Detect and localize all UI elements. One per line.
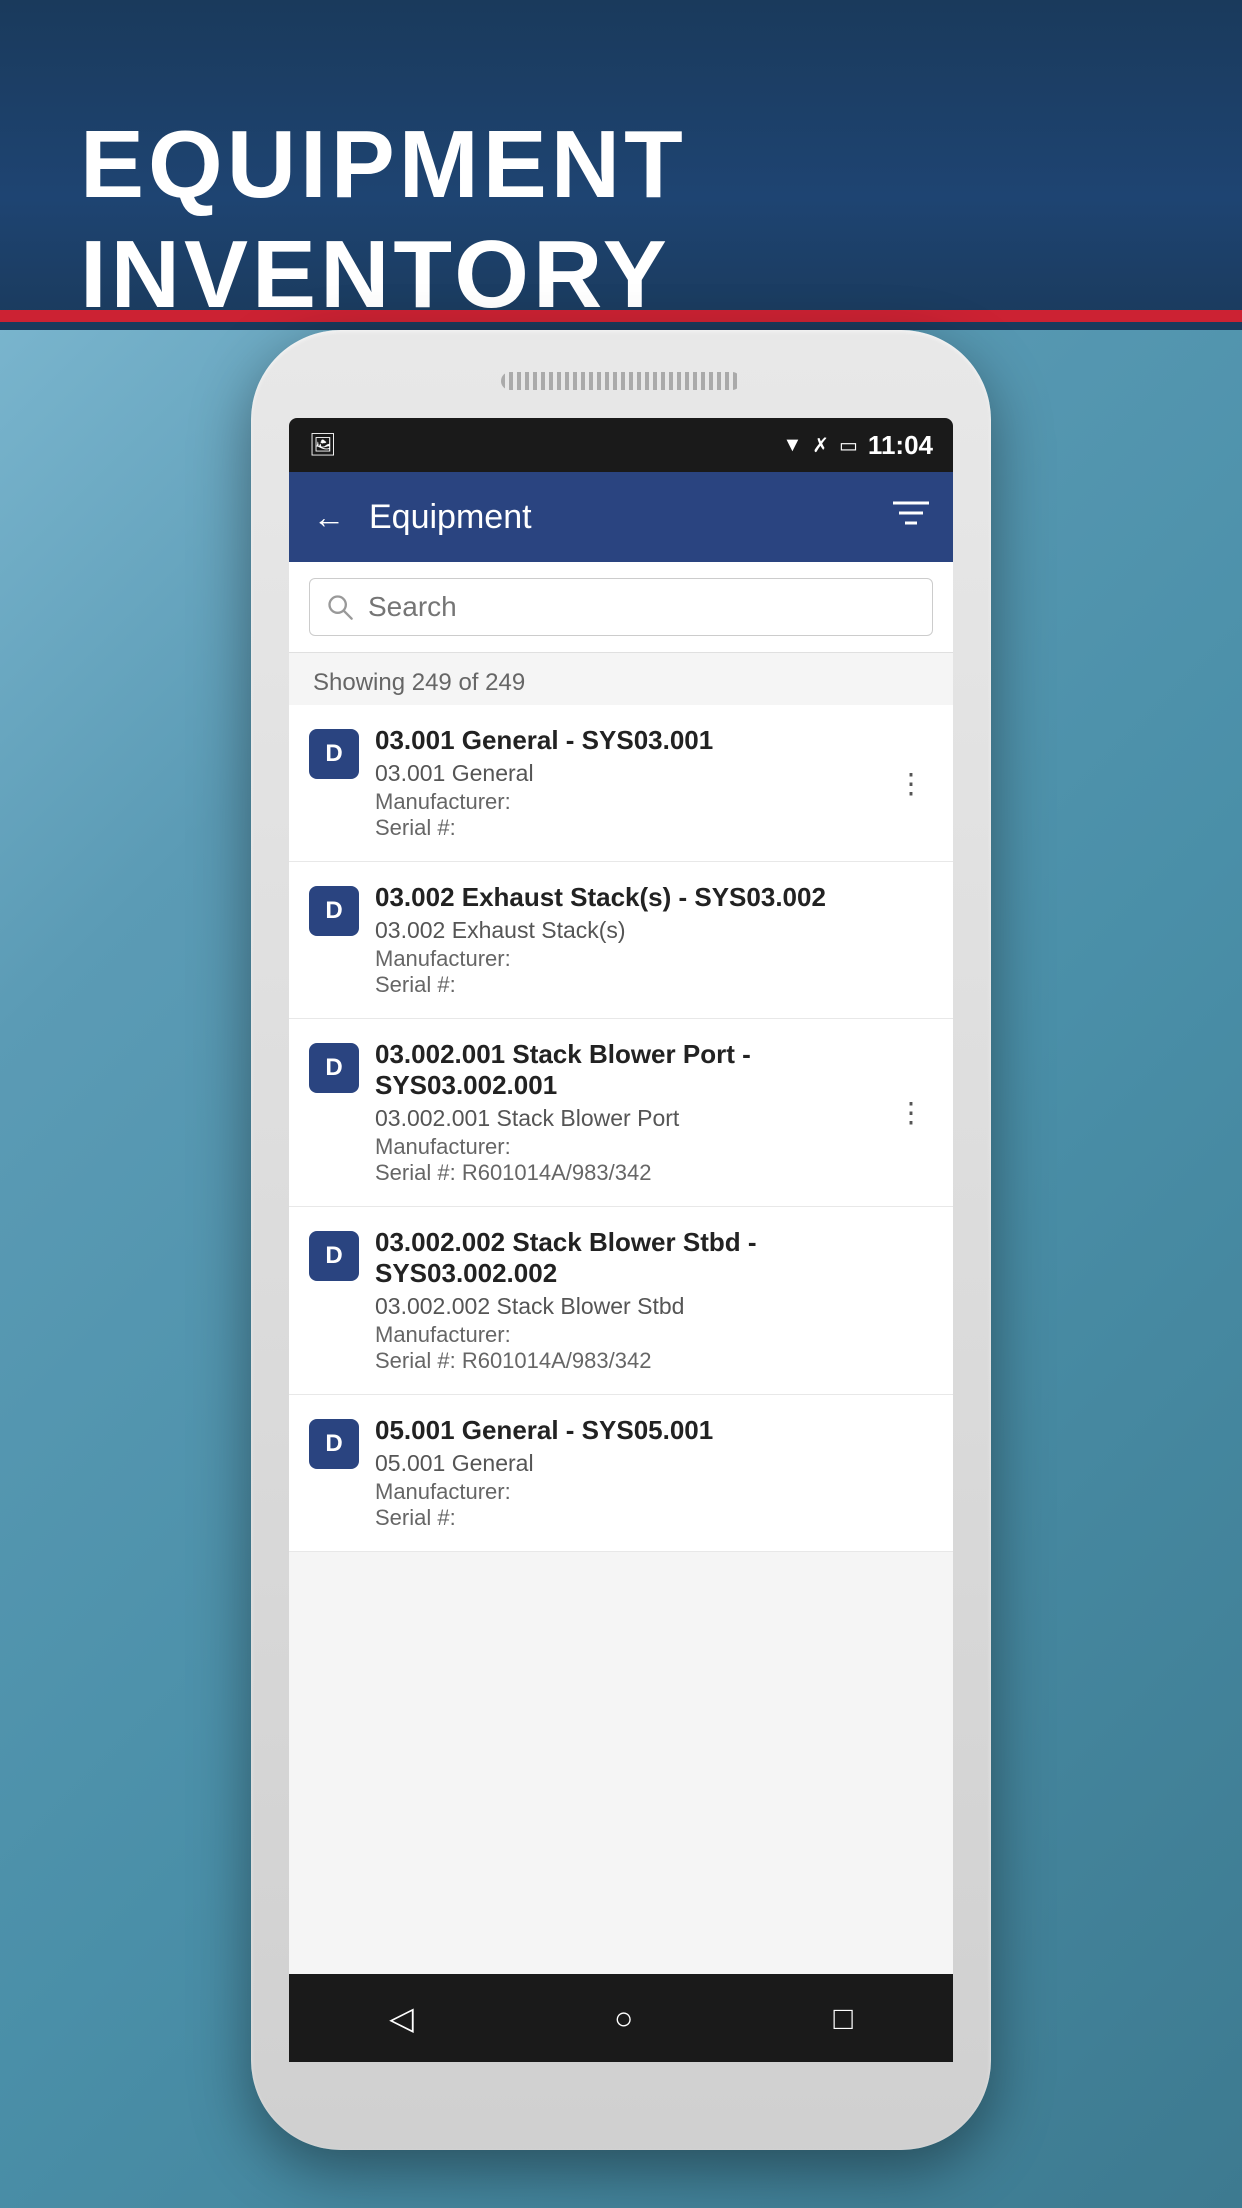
equipment-title: 05.001 General - SYS05.001 [375, 1415, 933, 1446]
equipment-subtitle: 03.002 Exhaust Stack(s) [375, 917, 933, 944]
equipment-serial: Serial #: [375, 972, 933, 998]
equipment-content: 05.001 General - SYS05.001 05.001 Genera… [375, 1415, 933, 1531]
list-item[interactable]: D 03.002.001 Stack Blower Port - SYS03.0… [289, 1019, 953, 1207]
equipment-title: 03.001 General - SYS03.001 [375, 725, 889, 756]
equipment-serial: Serial #: R601014A/983/342 [375, 1160, 889, 1186]
equipment-manufacturer: Manufacturer: [375, 1322, 933, 1348]
phone-screen: 🖼 ▼ ✗ ▭ 11:04 ← Equipment [289, 418, 953, 1996]
equipment-badge: D [309, 1043, 359, 1093]
equipment-manufacturer: Manufacturer: [375, 1479, 933, 1505]
equipment-content: 03.002.002 Stack Blower Stbd - SYS03.002… [375, 1227, 933, 1374]
list-item[interactable]: D 03.002 Exhaust Stack(s) - SYS03.002 03… [289, 862, 953, 1019]
equipment-badge: D [309, 886, 359, 936]
equipment-serial: Serial #: [375, 815, 889, 841]
battery-icon: ▭ [839, 433, 858, 458]
equipment-subtitle: 03.002.002 Stack Blower Stbd [375, 1293, 933, 1320]
nav-recent-button[interactable]: □ [804, 1990, 883, 2047]
equipment-manufacturer: Manufacturer: [375, 789, 889, 815]
photo-icon: 🖼 [309, 432, 337, 458]
phone-speaker [501, 372, 741, 390]
nav-home-button[interactable]: ○ [584, 1990, 663, 2047]
phone-shell: 🖼 ▼ ✗ ▭ 11:04 ← Equipment [251, 330, 991, 2150]
more-button[interactable]: ⋮ [889, 763, 933, 804]
signal-off-icon: ✗ [812, 433, 829, 458]
app-bar-title: Equipment [369, 498, 893, 537]
page-title: EQUIPMENT INVENTORY [80, 110, 1242, 330]
list-item[interactable]: D 05.001 General - SYS05.001 05.001 Gene… [289, 1395, 953, 1552]
app-bar: ← Equipment [289, 472, 953, 562]
nav-back-button[interactable]: ◁ [359, 1989, 444, 2047]
list-item[interactable]: D 03.001 General - SYS03.001 03.001 Gene… [289, 705, 953, 862]
nav-bar: ◁ ○ □ [289, 1974, 953, 2062]
list-item[interactable]: D 03.002.002 Stack Blower Stbd - SYS03.0… [289, 1207, 953, 1395]
equipment-manufacturer: Manufacturer: [375, 946, 933, 972]
equipment-serial: Serial #: R601014A/983/342 [375, 1348, 933, 1374]
search-icon [326, 593, 354, 621]
search-container [289, 562, 953, 653]
equipment-title: 03.002.001 Stack Blower Port - SYS03.002… [375, 1039, 889, 1101]
equipment-subtitle: 03.001 General [375, 760, 889, 787]
equipment-subtitle: 03.002.001 Stack Blower Port [375, 1105, 889, 1132]
more-button[interactable]: ⋮ [889, 1092, 933, 1133]
equipment-badge: D [309, 729, 359, 779]
equipment-badge: D [309, 1231, 359, 1281]
status-bar-left: 🖼 [309, 432, 337, 458]
equipment-content: 03.002 Exhaust Stack(s) - SYS03.002 03.0… [375, 882, 933, 998]
equipment-content: 03.002.001 Stack Blower Port - SYS03.002… [375, 1039, 889, 1186]
equipment-badge: D [309, 1419, 359, 1469]
equipment-content: 03.001 General - SYS03.001 03.001 Genera… [375, 725, 889, 841]
status-bar-icons: ▼ ✗ ▭ 11:04 [782, 430, 933, 461]
filter-button[interactable] [893, 498, 929, 536]
equipment-title: 03.002.002 Stack Blower Stbd - SYS03.002… [375, 1227, 933, 1289]
back-button[interactable]: ← [313, 499, 345, 536]
search-input-wrapper [309, 578, 933, 636]
equipment-subtitle: 05.001 General [375, 1450, 933, 1477]
equipment-title: 03.002 Exhaust Stack(s) - SYS03.002 [375, 882, 933, 913]
equipment-serial: Serial #: [375, 1505, 933, 1531]
status-time: 11:04 [868, 430, 933, 461]
filter-icon [893, 498, 929, 528]
status-bar: 🖼 ▼ ✗ ▭ 11:04 [289, 418, 953, 472]
wifi-icon: ▼ [782, 434, 802, 457]
equipment-manufacturer: Manufacturer: [375, 1134, 889, 1160]
count-text: Showing 249 of 249 [289, 653, 953, 705]
search-input[interactable] [368, 591, 916, 623]
equipment-list: D 03.001 General - SYS03.001 03.001 Gene… [289, 705, 953, 1552]
